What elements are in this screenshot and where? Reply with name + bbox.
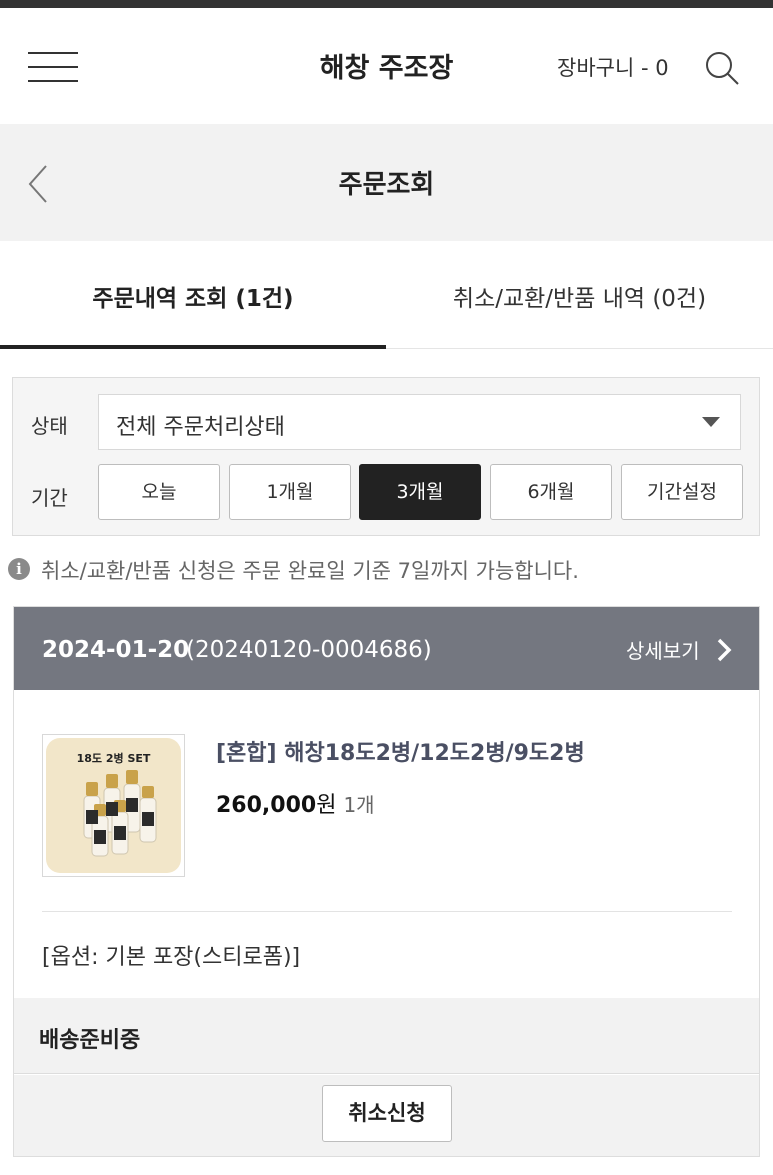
policy-notice: i 취소/교환/반품 신청은 주문 완료일 기준 7일까지 가능합니다. <box>8 555 768 585</box>
bottles-illustration <box>83 770 157 857</box>
page-subheader: 주문조회 <box>0 124 773 241</box>
product-image: 18도 2병 SET <box>46 738 181 873</box>
chevron-right-icon[interactable] <box>715 637 733 663</box>
product-option: [옵션: 기본 포장(스티로폼)] <box>42 945 301 970</box>
price-currency: 원 <box>316 793 337 818</box>
cancel-request-button[interactable]: 취소신청 <box>322 1085 452 1142</box>
search-icon[interactable] <box>704 50 740 86</box>
product-price: 260,000 <box>216 793 317 818</box>
notice-text: 취소/교환/반품 신청은 주문 완료일 기준 7일까지 가능합니다. <box>41 559 579 583</box>
shipping-status-bar: 배송준비중 <box>14 998 759 1074</box>
app-header: 해창 주조장 장바구니 - 0 <box>0 8 773 124</box>
status-label: 상태 <box>31 414 68 438</box>
cart-link[interactable]: 장바구니 - 0 <box>557 52 669 82</box>
order-action-bar: 취소신청 <box>14 1075 759 1156</box>
info-icon: i <box>8 558 30 580</box>
product-thumbnail[interactable]: 18도 2병 SET <box>42 734 185 877</box>
period-custom-button[interactable]: 기간설정 <box>621 464 743 520</box>
shipping-status: 배송준비중 <box>39 1028 141 1053</box>
order-detail-link[interactable]: 상세보기 <box>626 635 700 664</box>
divider <box>42 911 732 912</box>
status-bar-strip <box>0 0 773 8</box>
product-quantity: 1개 <box>343 793 375 817</box>
period-3month-button[interactable]: 3개월 <box>359 464 481 520</box>
dropdown-caret-icon <box>702 417 720 427</box>
period-today-button[interactable]: 오늘 <box>98 464 220 520</box>
menu-icon[interactable] <box>28 52 78 86</box>
page-title: 주문조회 <box>338 170 435 200</box>
status-select-value: 전체 주문처리상태 <box>116 415 285 440</box>
tab-order-history[interactable]: 주문내역 조회 (1건) <box>0 241 386 349</box>
product-price-line: 260,000원 1개 <box>216 787 375 819</box>
order-number: (20240120-0004686) <box>186 637 432 663</box>
status-select[interactable]: 전체 주문처리상태 <box>98 394 741 450</box>
order-card: 2024-01-20 (20240120-0004686) 상세보기 18도 2… <box>13 606 760 1157</box>
period-6month-button[interactable]: 6개월 <box>490 464 612 520</box>
tab-cancel-exchange-return[interactable]: 취소/교환/반품 내역 (0건) <box>386 241 773 349</box>
order-header: 2024-01-20 (20240120-0004686) 상세보기 <box>14 607 759 690</box>
order-filter: 상태 전체 주문처리상태 기간 오늘 1개월 3개월 6개월 기간설정 <box>12 377 760 536</box>
period-1month-button[interactable]: 1개월 <box>229 464 351 520</box>
product-name-link[interactable]: [혼합] 해창18도2병/12도2병/9도2병 <box>216 735 585 767</box>
period-label: 기간 <box>31 486 68 510</box>
order-date: 2024-01-20 <box>42 637 190 663</box>
order-tabs: 주문내역 조회 (1건) 취소/교환/반품 내역 (0건) <box>0 241 773 349</box>
